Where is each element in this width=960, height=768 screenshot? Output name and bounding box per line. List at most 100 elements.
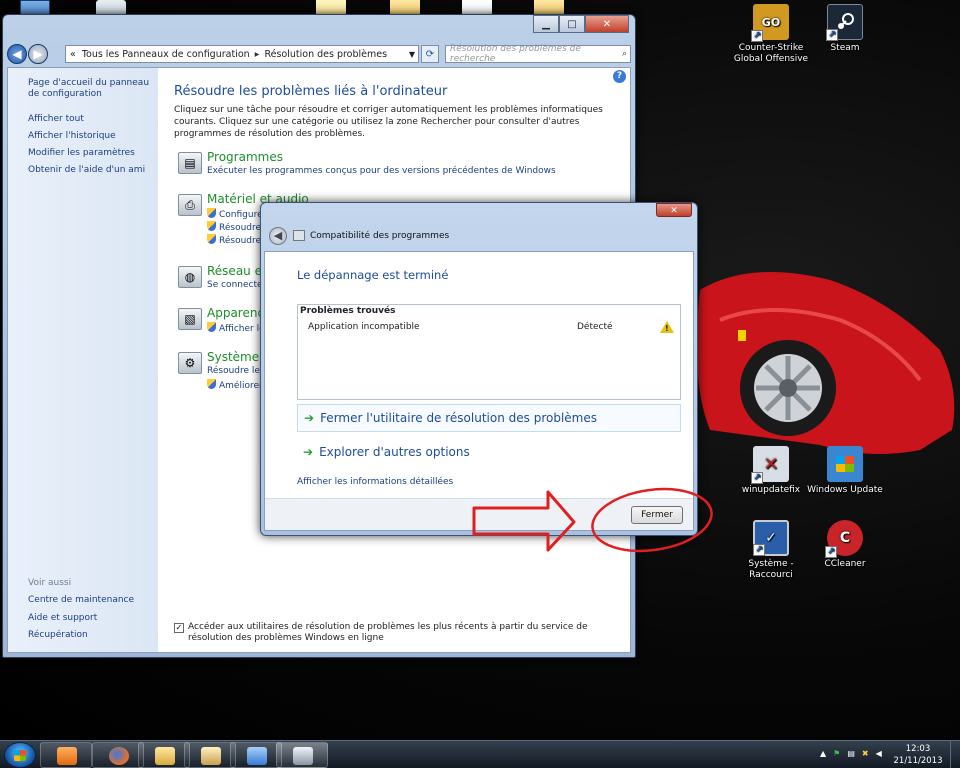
winupdatefix-shortcut[interactable]: ✕ ↗ winupdatefix xyxy=(731,446,811,496)
csgo-shortcut[interactable]: GO ↗ Counter-Strike Global Offensive xyxy=(731,4,811,65)
explore-options-option[interactable]: ➔ Explorer d'autres options xyxy=(297,438,681,466)
option-label[interactable]: Fermer l'utilitaire de résolution des pr… xyxy=(320,411,597,425)
steam-shortcut[interactable]: ↗ Steam xyxy=(805,4,885,54)
category-link-text[interactable]: Résoudre xyxy=(219,223,261,233)
sidebar: Page d'accueil du panneau de configurati… xyxy=(8,68,158,652)
taskbar-control-panel[interactable] xyxy=(230,742,282,768)
shield-icon xyxy=(207,322,216,332)
option-label[interactable]: Explorer d'autres options xyxy=(319,445,470,459)
dialog-close-button[interactable]: ✕ xyxy=(656,203,692,217)
problems-header: Problèmes trouvés xyxy=(300,306,396,316)
category-link[interactable]: Résoudre xyxy=(207,221,261,233)
minimize-button[interactable]: ▁ xyxy=(533,15,559,33)
taskbar-explorer[interactable] xyxy=(138,742,190,768)
search-input[interactable]: Résolution des problèmes de recherche ⌕ xyxy=(445,44,631,64)
warning-icon: ! xyxy=(660,321,674,333)
printer-icon: ⎙ xyxy=(178,194,202,216)
category-title[interactable]: Programmes xyxy=(207,150,283,164)
windows-update-icon xyxy=(827,446,863,482)
problem-name: Application incompatible xyxy=(308,322,420,332)
sidebar-link-recovery[interactable]: Récupération xyxy=(28,630,154,641)
back-button[interactable]: ◀ xyxy=(7,44,27,64)
taskbar-troubleshooter[interactable] xyxy=(276,742,328,768)
taskbar: ▲ ⚑ ▤ ✖ ◀ 12:03 21/11/2013 xyxy=(0,740,960,768)
annotation-arrow xyxy=(472,490,576,552)
forward-button[interactable]: ▶ xyxy=(28,44,48,64)
show-desktop-button[interactable] xyxy=(950,741,960,768)
show-hidden-icons[interactable]: ▲ xyxy=(820,749,826,758)
online-checkbox[interactable]: ✓ xyxy=(174,623,184,633)
close-troubleshooter-option[interactable]: ➔ Fermer l'utilitaire de résolution des … xyxy=(297,404,681,432)
steam-icon: ↗ xyxy=(826,4,863,41)
see-also-title: Voir aussi xyxy=(28,578,72,588)
breadcrumb-prefix[interactable]: « xyxy=(70,49,76,60)
taskbar-media-player[interactable] xyxy=(40,742,92,768)
shield-icon xyxy=(207,221,216,231)
compatibility-icon xyxy=(293,230,305,241)
ccleaner-icon: C ↗ xyxy=(825,520,863,558)
breadcrumb-item[interactable]: Tous les Panneaux de configuration xyxy=(82,49,250,60)
chevron-down-icon[interactable]: ▼ xyxy=(409,50,415,59)
category-link[interactable]: Exécuter les programmes conçus pour des … xyxy=(207,166,556,176)
category-link[interactable]: Résoudre les xyxy=(207,366,265,376)
address-bar[interactable]: « Tous les Panneaux de configuration ▸ R… xyxy=(65,45,419,63)
system-shortcut[interactable]: ✓ ↗ Système - Raccourci xyxy=(731,520,811,581)
ccleaner-shortcut[interactable]: C ↗ CCleaner xyxy=(805,520,885,570)
windows-update-shortcut[interactable]: Windows Update xyxy=(805,446,885,496)
problem-status: Détecté xyxy=(577,322,613,332)
chevron-right-icon[interactable]: ▸ xyxy=(255,49,260,60)
sidebar-link-action-center[interactable]: Centre de maintenance xyxy=(28,595,154,606)
annotation-circle xyxy=(591,487,713,553)
help-icon[interactable]: ? xyxy=(613,70,626,83)
desktop-icon-label: CCleaner xyxy=(824,559,866,569)
taskbar-firefox[interactable] xyxy=(92,742,144,768)
online-checkbox-label[interactable]: Accéder aux utilitaires de résolution de… xyxy=(188,622,604,644)
online-troubleshooting-option[interactable]: ✓ Accéder aux utilitaires de résolution … xyxy=(174,622,604,644)
desktop-icon-label: Système - Raccourci xyxy=(748,559,794,580)
troubleshooter-icon xyxy=(293,747,313,765)
globe-icon: ◍ xyxy=(178,266,202,288)
sidebar-link-history[interactable]: Afficher l'historique xyxy=(28,131,154,142)
page-description: Cliquez sur une tâche pour résoudre et c… xyxy=(174,105,603,139)
category-link-text[interactable]: Résoudre xyxy=(219,236,261,246)
annotation-overlay xyxy=(472,487,713,553)
details-link[interactable]: Afficher les informations détaillées xyxy=(297,477,453,487)
folder-icon xyxy=(201,747,221,765)
clock[interactable]: 12:03 21/11/2013 xyxy=(886,743,950,767)
green-arrow-icon: ➔ xyxy=(303,445,314,459)
dialog-back-button[interactable]: ◀ xyxy=(269,227,287,245)
category-link[interactable]: Améliorer xyxy=(207,379,263,391)
network-icon[interactable]: ▤ xyxy=(847,749,855,758)
refresh-button[interactable]: ⟳ xyxy=(421,45,439,63)
search-placeholder: Résolution des problèmes de recherche xyxy=(450,44,581,64)
taskbar-folder[interactable] xyxy=(184,742,236,768)
sidebar-link-show-all[interactable]: Afficher tout xyxy=(28,114,154,125)
winupdatefix-icon: ✕ ↗ xyxy=(751,446,789,484)
action-center-icon[interactable]: ⚑ xyxy=(833,749,840,758)
flag-icon[interactable]: ✖ xyxy=(862,749,869,758)
shield-icon xyxy=(207,379,216,389)
sidebar-link-help[interactable]: Aide et support xyxy=(28,613,154,624)
search-icon[interactable]: ⌕ xyxy=(622,49,627,59)
category-link[interactable]: Se connecter xyxy=(207,280,266,290)
problems-found-panel: Problèmes trouvés Application incompatib… xyxy=(297,304,681,400)
window-controls: ▁ □ ✕ xyxy=(533,15,629,33)
close-button[interactable]: ✕ xyxy=(585,15,629,33)
category-link[interactable]: Configurer xyxy=(207,208,266,220)
sidebar-link-home[interactable]: Page d'accueil du panneau de configurati… xyxy=(28,78,154,100)
category-link[interactable]: Résoudre xyxy=(207,234,261,246)
navigation-bar: ◀ ▶ « Tous les Panneaux de configuration… xyxy=(7,43,631,65)
sidebar-link-remote-help[interactable]: Obtenir de l'aide d'un ami xyxy=(28,165,154,176)
breadcrumb-item[interactable]: Résolution des problèmes xyxy=(264,49,387,60)
maximize-button[interactable]: □ xyxy=(559,15,585,33)
desktop-icon-label: Steam xyxy=(830,43,860,53)
green-arrow-icon: ➔ xyxy=(304,411,315,425)
windows-logo-icon xyxy=(14,750,26,761)
category-link-text[interactable]: Améliorer xyxy=(219,381,263,391)
system-icon: ⚙ xyxy=(178,352,202,374)
volume-icon[interactable]: ◀ xyxy=(876,749,882,758)
sidebar-link-settings[interactable]: Modifier les paramètres xyxy=(28,148,154,159)
car-wallpaper-image xyxy=(696,272,955,454)
system-tray: ▲ ⚑ ▤ ✖ ◀ xyxy=(820,749,882,758)
start-button[interactable] xyxy=(4,742,36,768)
